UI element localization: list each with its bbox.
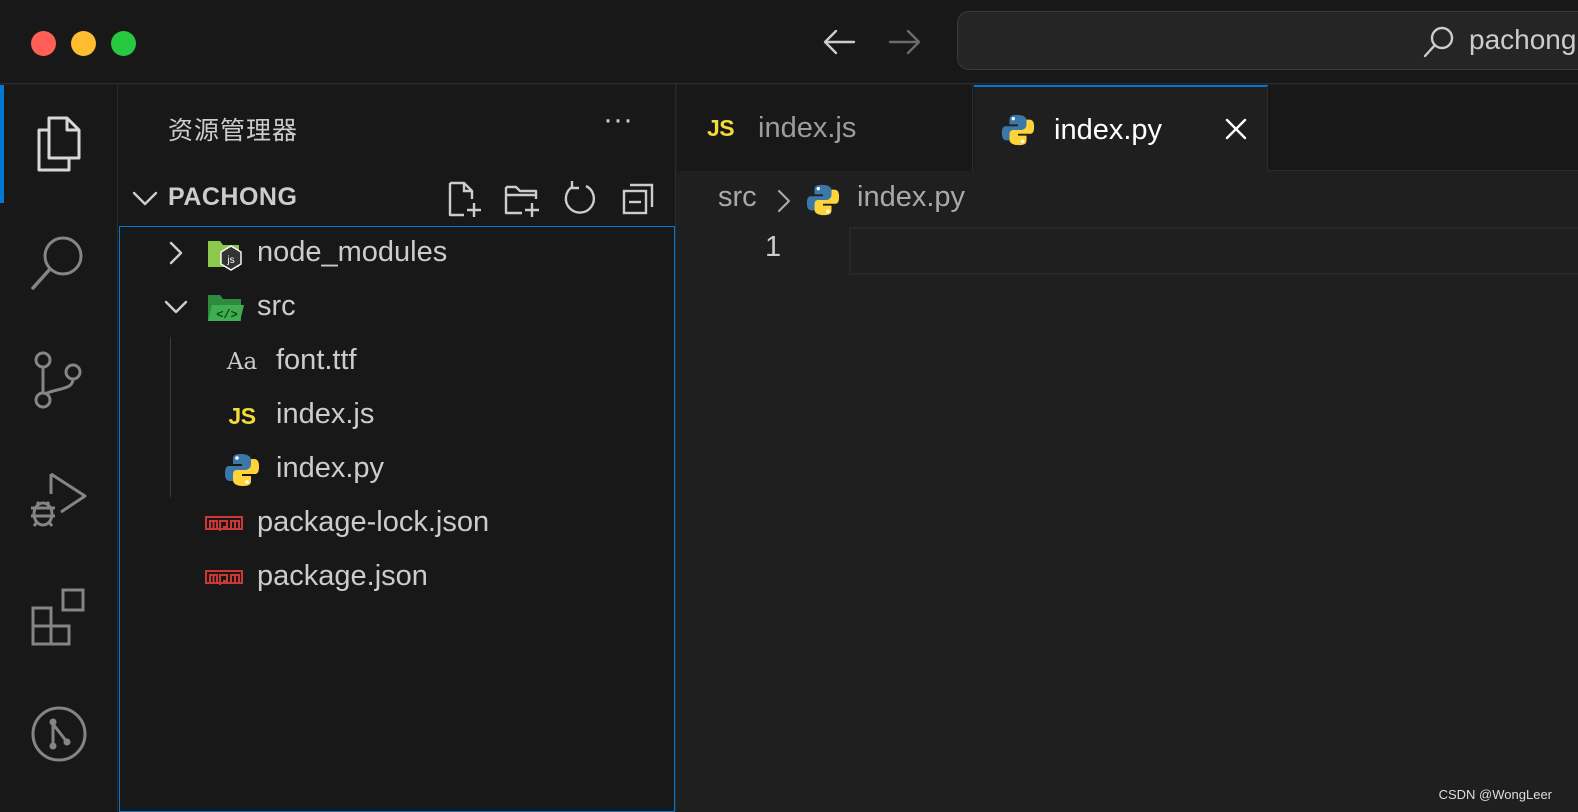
extensions-icon (31, 588, 85, 646)
chevron-right-icon (777, 189, 791, 213)
collapse-folders-button[interactable] (618, 179, 658, 219)
command-center-search[interactable]: pachong (957, 11, 1578, 70)
tree-item-package-json[interactable]: package.json (120, 551, 674, 605)
tree-item-index-py[interactable]: index.py (120, 443, 674, 497)
breadcrumb-item-file[interactable]: index.py (857, 181, 965, 214)
svg-text:js: js (226, 255, 234, 266)
tab-label: index.py (1054, 114, 1163, 146)
python-file-icon (806, 183, 840, 222)
editor-area: JS index.js index.py src index.py 1 CSDN… (677, 85, 1578, 812)
refresh-icon (564, 181, 596, 214)
tab-label: index.js (758, 112, 857, 144)
tree-item-label: index.py (276, 452, 385, 484)
close-icon[interactable] (1220, 113, 1252, 145)
watermark: CSDN @WongLeer (1438, 787, 1552, 802)
close-window-button[interactable] (31, 31, 56, 56)
tree-item-font-ttf[interactable]: Aa font.ttf (120, 335, 674, 389)
new-folder-icon (504, 185, 539, 217)
svg-text:</>: </> (216, 308, 238, 322)
tab-index-py[interactable]: index.py (974, 85, 1268, 172)
workspace-folder-header[interactable]: PACHONG (118, 173, 676, 225)
search-activity-button[interactable] (0, 203, 118, 321)
font-file-icon: Aa (226, 349, 258, 375)
tree-item-label: package-lock.json (257, 506, 490, 538)
tab-index-js[interactable]: JS index.js (677, 85, 973, 171)
python-file-icon (222, 452, 262, 488)
run-debug-activity-button[interactable] (0, 439, 118, 557)
tree-item-package-lock-json[interactable]: package-lock.json (120, 497, 674, 551)
python-file-icon (1001, 113, 1035, 147)
tree-item-label: index.js (276, 398, 375, 430)
workspace-folder-name: PACHONG (168, 183, 298, 211)
search-icon (1423, 26, 1454, 58)
arrow-left-icon (823, 29, 856, 55)
source-control-activity-button[interactable] (0, 321, 118, 439)
arrow-right-icon (888, 29, 921, 55)
explorer-sidebar: 资源管理器 ··· PACHONG js node_modules </> sr… (118, 85, 676, 812)
command-center-text: pachong (1469, 24, 1577, 55)
npm-file-icon (204, 560, 244, 596)
chevron-right-icon (169, 241, 183, 265)
tree-item-src[interactable]: </> src (120, 281, 674, 335)
tree-item-label: package.json (257, 560, 428, 592)
chevron-down-icon (164, 300, 188, 314)
code-editor[interactable]: 1 (677, 225, 1578, 285)
explorer-activity-button[interactable] (0, 85, 118, 203)
files-icon (37, 116, 81, 172)
npm-file-icon (204, 506, 244, 542)
new-folder-button[interactable] (502, 179, 542, 219)
extensions-activity-button[interactable] (0, 557, 118, 675)
minimize-window-button[interactable] (71, 31, 96, 56)
title-bar: pachong (0, 0, 1578, 84)
node-modules-folder-icon: js (206, 236, 246, 272)
source-control-icon (34, 351, 82, 409)
current-line-highlight (849, 227, 1578, 275)
go-back-button[interactable] (818, 22, 862, 62)
search-icon (31, 236, 83, 290)
new-file-icon (448, 181, 481, 217)
explorer-title: 资源管理器 (168, 117, 299, 145)
collapse-all-icon (622, 183, 654, 215)
tree-item-index-js[interactable]: JS index.js (120, 389, 674, 443)
maximize-window-button[interactable] (111, 31, 136, 56)
line-number: 1 (765, 231, 782, 263)
git-graph-activity-button[interactable] (0, 675, 118, 793)
new-file-button[interactable] (444, 179, 484, 219)
more-actions-button[interactable]: ··· (598, 105, 638, 145)
refresh-explorer-button[interactable] (560, 179, 600, 219)
tree-item-label: src (257, 290, 296, 322)
javascript-file-icon: JS (707, 114, 735, 141)
tree-item-node-modules[interactable]: js node_modules (120, 227, 674, 281)
go-forward-button[interactable] (882, 22, 926, 62)
run-debug-icon (31, 472, 87, 527)
vscode-window: pachong 资源管理器 ··· PACHONG js node_module… (0, 0, 1578, 812)
git-graph-icon (31, 706, 87, 762)
breadcrumb-item-src[interactable]: src (718, 181, 757, 214)
file-tree: js node_modules </> src Aa font.ttf JS i… (119, 226, 675, 812)
src-folder-icon: </> (206, 290, 246, 326)
chevron-down-icon (132, 191, 158, 206)
javascript-file-icon: JS (228, 402, 256, 429)
tree-item-label: node_modules (257, 236, 448, 268)
editor-tabs: JS index.js index.py (677, 85, 1578, 172)
activity-bar (0, 85, 118, 812)
tree-item-label: font.ttf (276, 344, 357, 376)
